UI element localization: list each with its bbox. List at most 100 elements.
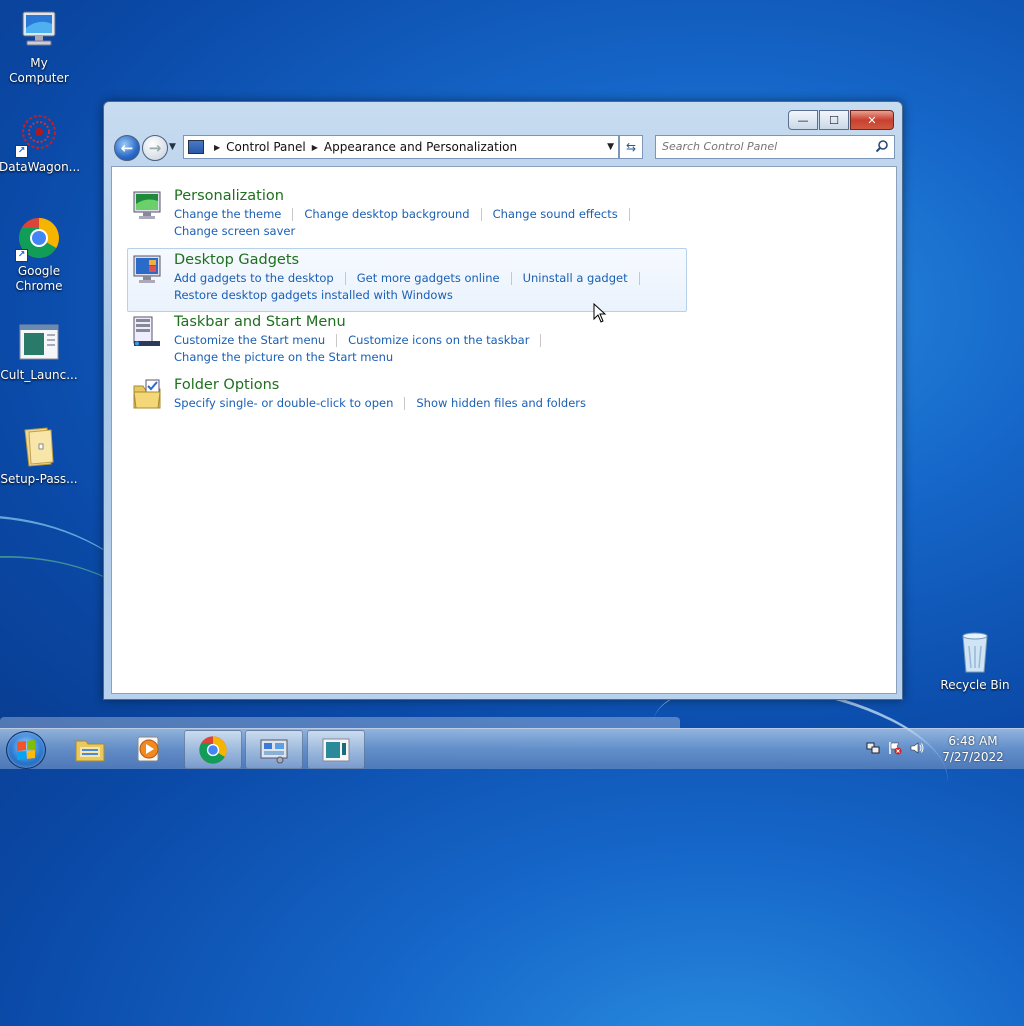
divider bbox=[344, 272, 346, 285]
personalization-icon[interactable] bbox=[132, 189, 162, 221]
back-arrow-icon: ← bbox=[120, 139, 134, 157]
link-change-theme[interactable]: Change the theme bbox=[174, 207, 281, 221]
desktop-icon-datawagon[interactable]: ↗ DataWagon... bbox=[0, 112, 81, 175]
search-box[interactable] bbox=[655, 135, 895, 159]
control-panel-icon bbox=[260, 739, 288, 763]
taskbar-windows-explorer[interactable] bbox=[62, 730, 118, 767]
divider bbox=[336, 334, 338, 347]
taskbar-control-panel[interactable] bbox=[245, 730, 303, 769]
desktop-icon-google-chrome[interactable]: ↗ Google Chrome bbox=[0, 216, 79, 294]
windows-logo-icon bbox=[17, 740, 35, 760]
chrome-icon bbox=[199, 735, 227, 764]
category-personalization: Personalization Change the theme Change … bbox=[128, 185, 688, 247]
system-tray bbox=[866, 741, 924, 755]
link-customize-taskbar-icons[interactable]: Customize icons on the taskbar bbox=[348, 333, 529, 347]
maximize-button[interactable]: ☐ bbox=[819, 110, 849, 130]
control-panel-window[interactable]: — ☐ ✕ ← → ▼ ▶ Control Panel ▶ Appearance… bbox=[103, 101, 903, 700]
link-add-gadgets[interactable]: Add gadgets to the desktop bbox=[174, 271, 334, 285]
taskbar-cult-launcher[interactable] bbox=[307, 730, 365, 769]
recycle-bin-icon bbox=[953, 630, 997, 674]
forward-button[interactable]: → bbox=[142, 135, 168, 161]
caption-buttons: — ☐ ✕ bbox=[787, 110, 894, 130]
desktop-icon-cult-launcher[interactable]: Cult_Launc... bbox=[0, 320, 79, 383]
link-change-screen-saver[interactable]: Change screen saver bbox=[174, 224, 295, 238]
link-change-sound-effects[interactable]: Change sound effects bbox=[493, 207, 618, 221]
recent-pages-dropdown[interactable]: ▼ bbox=[169, 142, 176, 152]
volume-icon[interactable] bbox=[910, 741, 924, 755]
address-bar[interactable]: ▶ Control Panel ▶ Appearance and Persona… bbox=[183, 135, 619, 159]
content-pane: Personalization Change the theme Change … bbox=[111, 166, 897, 694]
link-row: Customize the Start menu Customize icons… bbox=[174, 333, 552, 347]
link-change-start-picture[interactable]: Change the picture on the Start menu bbox=[174, 350, 393, 364]
link-get-more-gadgets[interactable]: Get more gadgets online bbox=[357, 271, 500, 285]
link-single-double-click[interactable]: Specify single- or double-click to open bbox=[174, 396, 393, 410]
desktop-icon-setup-pass[interactable]: Setup-Pass... bbox=[0, 424, 79, 487]
my-computer-icon bbox=[17, 8, 61, 52]
breadcrumb-arrow-icon[interactable]: ▶ bbox=[214, 143, 220, 152]
desktop-icon-recycle-bin[interactable]: Recycle Bin bbox=[935, 630, 1015, 693]
desktop-icon-label: Google Chrome bbox=[15, 264, 63, 293]
link-row: Change the picture on the Start menu bbox=[174, 350, 393, 364]
network-icon[interactable] bbox=[866, 741, 880, 755]
close-button[interactable]: ✕ bbox=[850, 110, 894, 130]
windows-explorer-icon bbox=[75, 740, 105, 761]
taskbar-clock[interactable]: 6:48 AM 7/27/2022 bbox=[930, 733, 1016, 765]
cult-launcher-icon bbox=[17, 320, 61, 364]
link-row: Restore desktop gadgets installed with W… bbox=[174, 288, 453, 302]
taskbar-media-player[interactable] bbox=[121, 730, 177, 767]
mouse-cursor-icon bbox=[593, 303, 607, 323]
taskbar: 6:48 AM 7/27/2022 bbox=[0, 728, 1024, 769]
shortcut-arrow-icon: ↗ bbox=[15, 145, 28, 158]
link-change-desktop-background[interactable]: Change desktop background bbox=[304, 207, 469, 221]
link-show-hidden-files[interactable]: Show hidden files and folders bbox=[416, 396, 586, 410]
taskbar-chrome[interactable] bbox=[184, 730, 242, 769]
search-input[interactable] bbox=[656, 136, 872, 156]
divider bbox=[510, 272, 512, 285]
breadcrumb-arrow-icon[interactable]: ▶ bbox=[312, 143, 318, 152]
chrome-icon: ↗ bbox=[15, 216, 61, 262]
desktop-gadgets-icon[interactable] bbox=[132, 253, 162, 285]
folder-options-icon[interactable] bbox=[132, 378, 162, 410]
link-row: Change the theme Change desktop backgrou… bbox=[174, 207, 641, 221]
category-title[interactable]: Folder Options bbox=[174, 377, 279, 393]
back-button[interactable]: ← bbox=[114, 135, 140, 161]
category-title[interactable]: Personalization bbox=[174, 188, 284, 204]
category-folder-options: Folder Options Specify single- or double… bbox=[128, 374, 688, 436]
clock-time: 6:48 AM bbox=[948, 734, 998, 748]
link-row: Change screen saver bbox=[174, 224, 295, 238]
forward-arrow-icon: → bbox=[148, 139, 162, 157]
divider bbox=[292, 208, 294, 221]
cult-launcher-icon bbox=[322, 738, 350, 761]
link-customize-start-menu[interactable]: Customize the Start menu bbox=[174, 333, 325, 347]
category-title[interactable]: Taskbar and Start Menu bbox=[174, 314, 346, 330]
start-button[interactable] bbox=[6, 731, 46, 769]
action-center-flag-icon[interactable] bbox=[888, 741, 902, 755]
breadcrumb-control-panel[interactable]: Control Panel bbox=[226, 140, 306, 154]
refresh-icon: ⇆ bbox=[625, 140, 637, 154]
desktop-icon-label: Cult_Launc... bbox=[0, 368, 78, 382]
divider bbox=[638, 272, 640, 285]
desktop-icon-my-computer[interactable]: My Computer bbox=[0, 8, 79, 86]
desktop-icon-label: Recycle Bin bbox=[940, 678, 1010, 692]
datawagon-icon: ↗ bbox=[15, 112, 61, 158]
link-row: Add gadgets to the desktop Get more gadg… bbox=[174, 271, 651, 285]
refresh-button[interactable]: ⇆ bbox=[619, 135, 643, 159]
address-dropdown-icon[interactable]: ▼ bbox=[607, 142, 614, 152]
desktop-icon-label: DataWagon... bbox=[0, 160, 81, 174]
minimize-button[interactable]: — bbox=[788, 110, 818, 130]
zip-folder-icon bbox=[17, 424, 61, 468]
link-restore-gadgets[interactable]: Restore desktop gadgets installed with W… bbox=[174, 288, 453, 302]
media-player-icon bbox=[137, 736, 159, 761]
breadcrumb-appearance[interactable]: Appearance and Personalization bbox=[324, 140, 517, 154]
divider bbox=[480, 208, 482, 221]
shortcut-arrow-icon: ↗ bbox=[15, 249, 28, 262]
desktop-icon-label: Setup-Pass... bbox=[0, 472, 78, 486]
divider bbox=[404, 397, 406, 410]
search-icon[interactable] bbox=[875, 139, 889, 153]
link-row: Specify single- or double-click to open … bbox=[174, 396, 586, 410]
divider bbox=[540, 334, 542, 347]
category-title[interactable]: Desktop Gadgets bbox=[174, 252, 299, 268]
link-uninstall-gadget[interactable]: Uninstall a gadget bbox=[523, 271, 628, 285]
taskbar-icon[interactable] bbox=[132, 315, 162, 347]
control-panel-small-icon bbox=[188, 140, 204, 154]
